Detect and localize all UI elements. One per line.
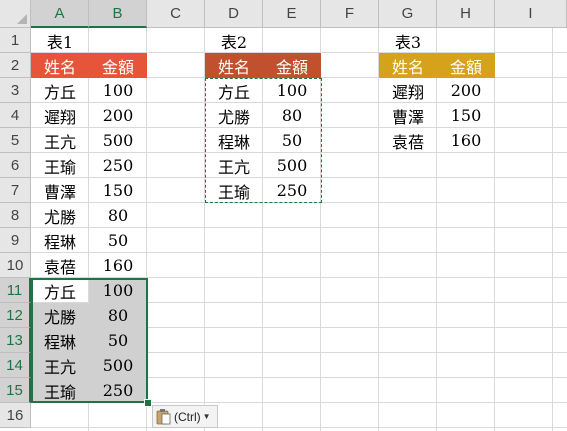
gridline [552,28,553,431]
table1-name-cell[interactable]: 遲翔 [31,103,89,128]
table3-name-cell[interactable]: 曹澤 [379,103,437,128]
spreadsheet-grid[interactable]: ABCDEFGHI 1 2 3 4 5 6 7 8 9 10 11 12 13 14 15 16 表1 姓名 金額… [0,0,567,431]
table1-name-cell[interactable]: 王亢 [31,128,89,153]
row-header-10[interactable]: 10 [0,253,31,278]
table2-amount-cell[interactable]: 500 [263,153,321,178]
row-header-13[interactable]: 13 [0,328,31,353]
table3-amount-cell[interactable]: 160 [437,128,495,153]
column-header-f[interactable]: F [321,0,379,28]
row-header-7[interactable]: 7 [0,178,31,203]
pasted-amount-cell[interactable]: 80 [89,303,147,328]
row-header-4[interactable]: 4 [0,103,31,128]
table2-name-cell[interactable]: 程琳 [205,128,263,153]
pasted-name-cell[interactable]: 尤勝 [31,303,89,328]
pasted-name-cell[interactable]: 王亢 [31,353,89,378]
row-header-1[interactable]: 1 [0,28,31,53]
row-header-5[interactable]: 5 [0,128,31,153]
row-header-11[interactable]: 11 [0,278,31,303]
table1-name-cell[interactable]: 尤勝 [31,203,89,228]
table1-name-cell[interactable]: 袁蓓 [31,253,89,278]
table3-amount-cell[interactable]: 200 [437,78,495,103]
clipboard-icon [156,409,171,425]
table1-amount-cell[interactable]: 200 [89,103,147,128]
table3-header-amount[interactable]: 金額 [437,53,495,78]
table2-amount-cell[interactable]: 80 [263,103,321,128]
table3-title[interactable]: 表3 [379,28,437,53]
row-header-3[interactable]: 3 [0,78,31,103]
column-header-b[interactable]: B [89,0,147,28]
column-header-d[interactable]: D [205,0,263,28]
pasted-amount-cell[interactable]: 50 [89,328,147,353]
table1-name-cell[interactable]: 程琳 [31,228,89,253]
column-header-e[interactable]: E [263,0,321,28]
table3-amount-cell[interactable]: 150 [437,103,495,128]
table1-amount-cell[interactable]: 150 [89,178,147,203]
table1-name-cell[interactable]: 曹澤 [31,178,89,203]
row-header-16[interactable]: 16 [0,403,31,428]
table1-amount-cell[interactable]: 500 [89,128,147,153]
select-all-corner[interactable] [0,0,31,28]
table2-title[interactable]: 表2 [205,28,263,53]
row-header-14[interactable]: 14 [0,353,31,378]
table2-name-cell[interactable]: 尤勝 [205,103,263,128]
table1-amount-cell[interactable]: 50 [89,228,147,253]
table1-title[interactable]: 表1 [31,28,89,53]
row-header-12[interactable]: 12 [0,303,31,328]
pasted-name-cell[interactable]: 程琳 [31,328,89,353]
pasted-amount-cell[interactable]: 100 [89,278,147,303]
paste-options-button[interactable]: (Ctrl) ▼ [152,405,218,428]
row-header-2[interactable]: 2 [0,53,31,78]
table1-name-cell[interactable]: 方丘 [31,78,89,103]
column-header-h[interactable]: H [437,0,495,28]
table2-name-cell[interactable]: 王瑜 [205,178,263,203]
table1-amount-cell[interactable]: 250 [89,153,147,178]
pasted-name-cell[interactable]: 方丘 [31,278,89,303]
row-header-8[interactable]: 8 [0,203,31,228]
column-header-i[interactable]: I [495,0,567,28]
column-header-c[interactable]: C [147,0,205,28]
row-header-15[interactable]: 15 [0,378,31,403]
table1-amount-cell[interactable]: 80 [89,203,147,228]
select-all-icon [17,14,27,24]
pasted-amount-cell[interactable]: 500 [89,353,147,378]
paste-options-label: (Ctrl) [174,409,201,424]
table2-header-amount[interactable]: 金額 [263,53,321,78]
row-header-9[interactable]: 9 [0,228,31,253]
pasted-amount-cell[interactable]: 250 [89,378,147,403]
table1-header-name[interactable]: 姓名 [31,53,89,78]
table1-name-cell[interactable]: 王瑜 [31,153,89,178]
column-header-a[interactable]: A [31,0,89,28]
table2-name-cell[interactable]: 方丘 [205,78,263,103]
table2-amount-cell[interactable]: 50 [263,128,321,153]
table2-name-cell[interactable]: 王亢 [205,153,263,178]
table3-name-cell[interactable]: 遲翔 [379,78,437,103]
chevron-down-icon: ▼ [202,412,211,421]
table3-name-cell[interactable]: 袁蓓 [379,128,437,153]
table1-amount-cell[interactable]: 100 [89,78,147,103]
column-header-g[interactable]: G [379,0,437,28]
table2-header-name[interactable]: 姓名 [205,53,263,78]
row-header-6[interactable]: 6 [0,153,31,178]
table1-header-amount[interactable]: 金額 [89,53,147,78]
table2-amount-cell[interactable]: 100 [263,78,321,103]
table2-amount-cell[interactable]: 250 [263,178,321,203]
fill-handle[interactable] [144,399,152,407]
table3-header-name[interactable]: 姓名 [379,53,437,78]
table1-amount-cell[interactable]: 160 [89,253,147,278]
pasted-name-cell[interactable]: 王瑜 [31,378,89,403]
gridline [31,427,567,428]
